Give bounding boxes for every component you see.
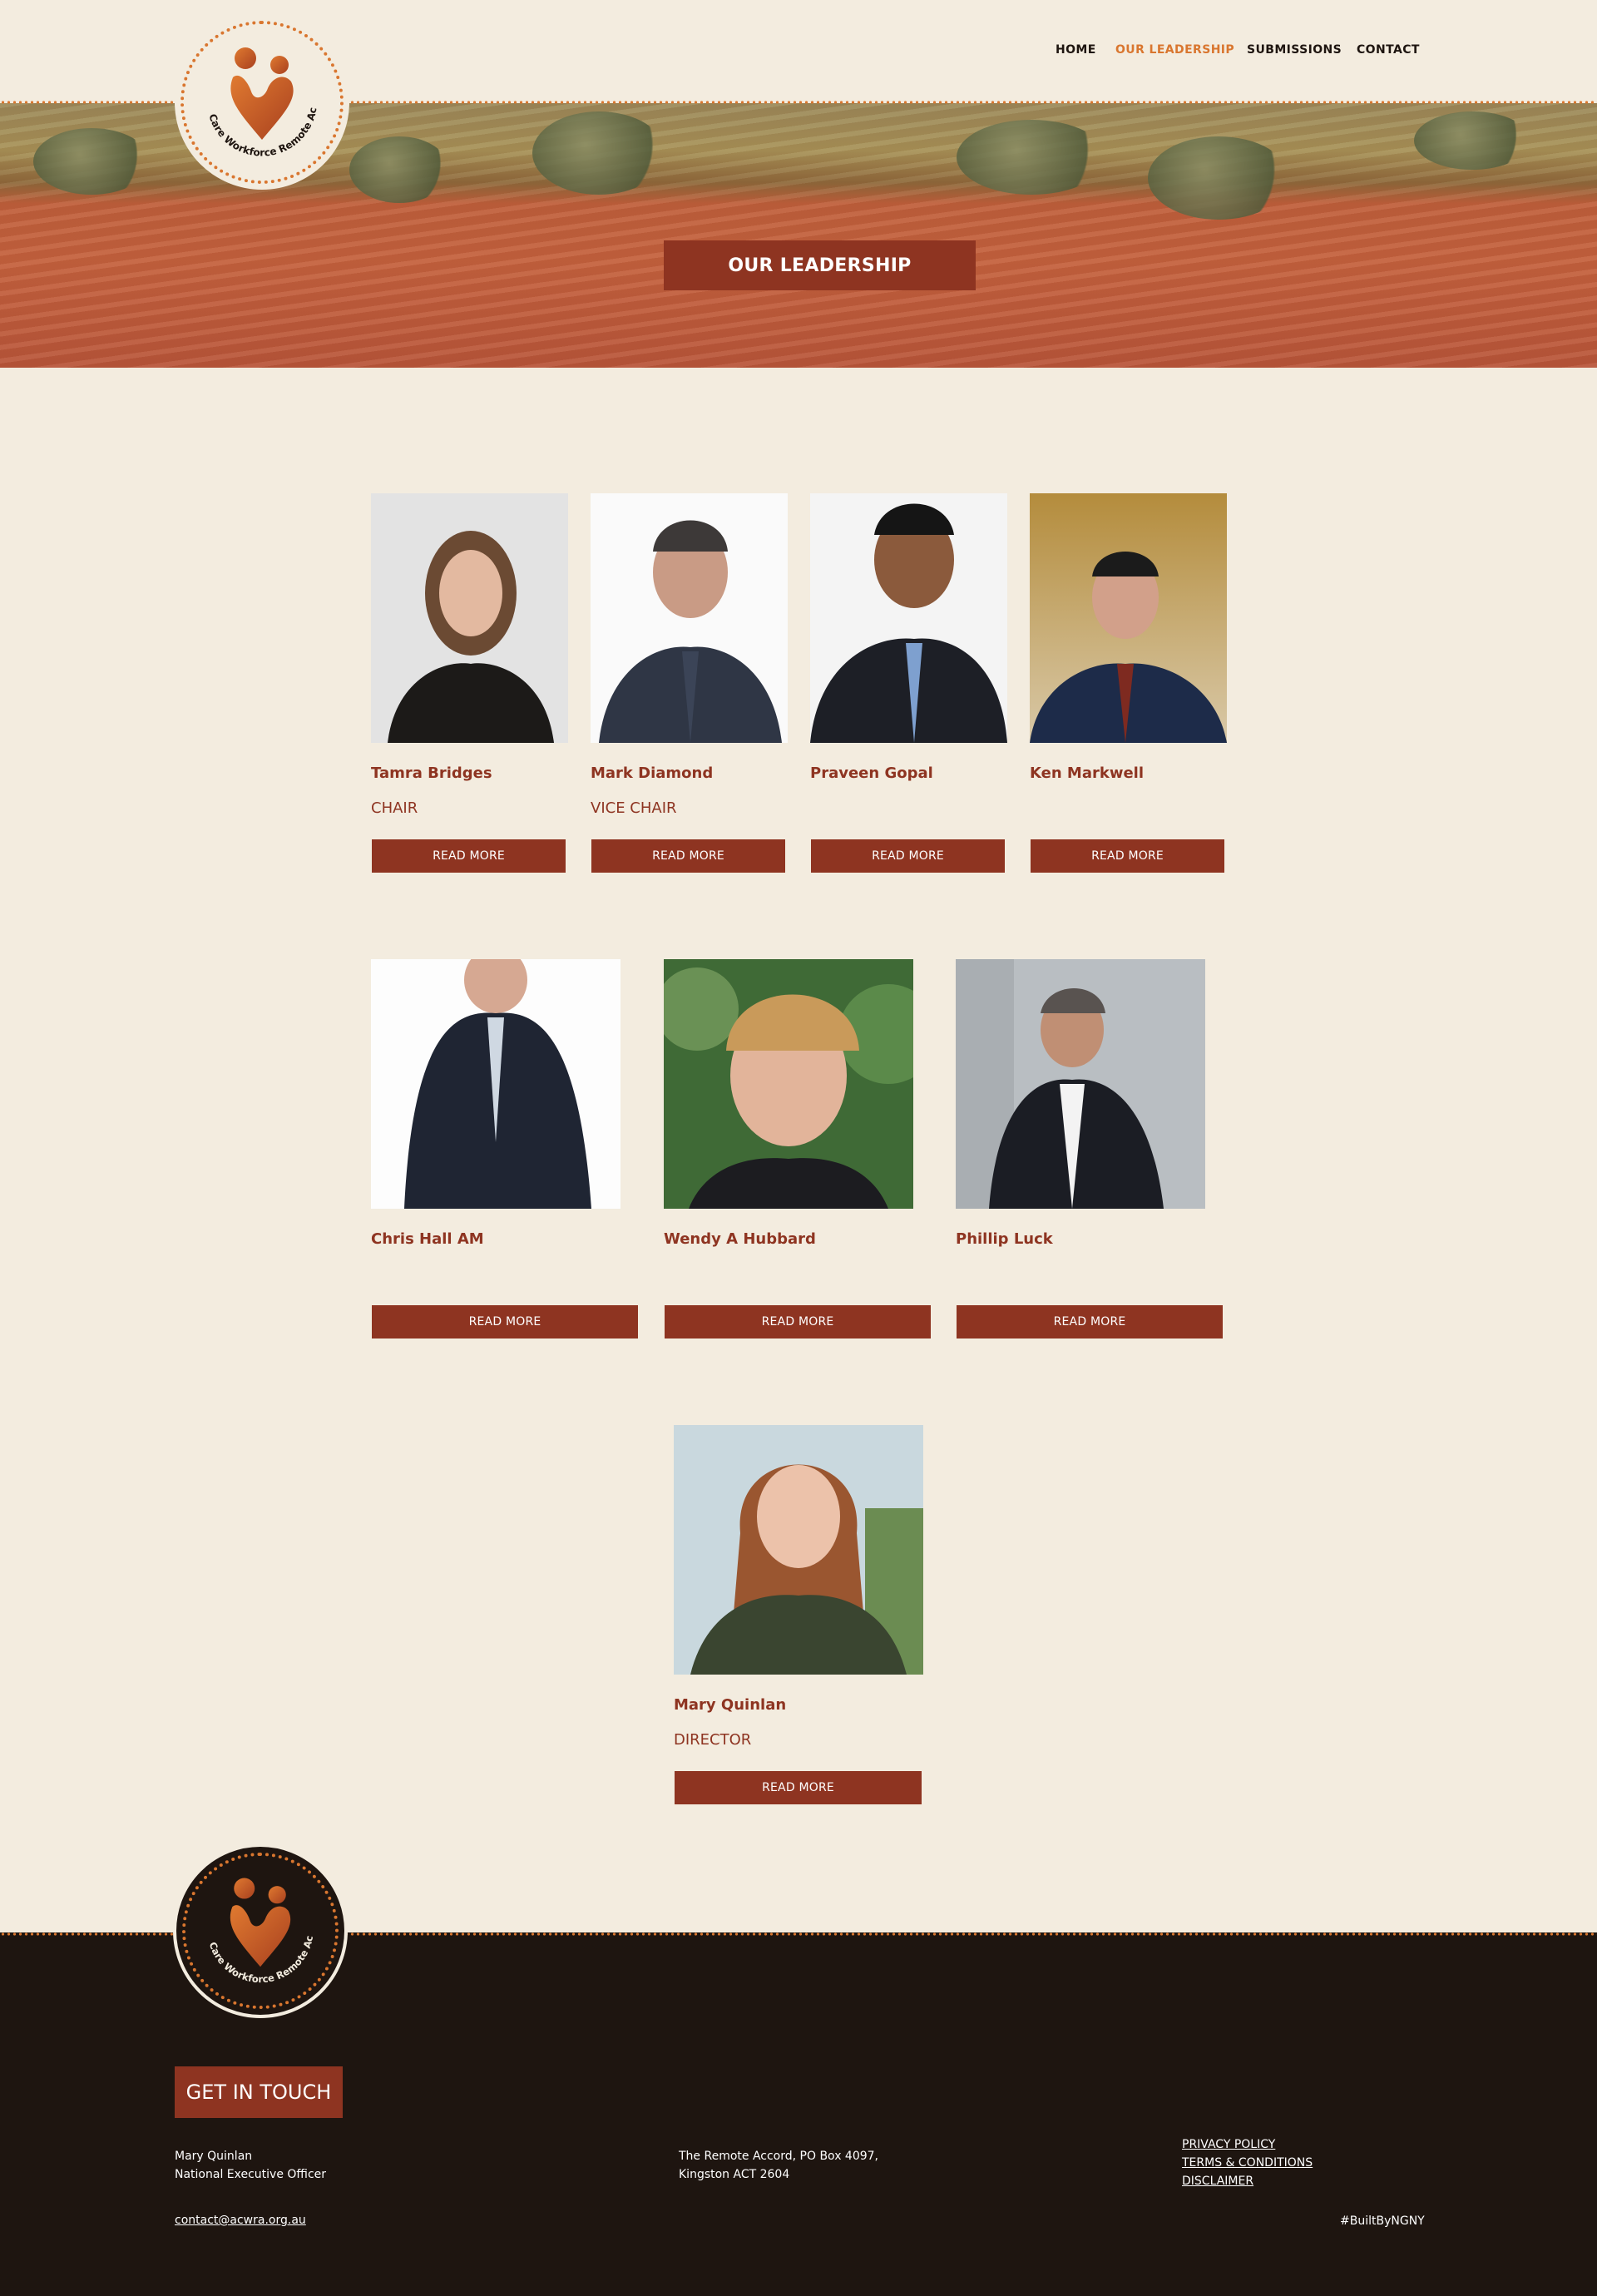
contact-email-link[interactable]: contact@acwra.org.au [175,2214,306,2227]
logo-emblem-icon: Aged Care Workforce Remote Accord [176,1847,315,1985]
read-more-button[interactable]: READ MORE [591,839,785,873]
hero-scrub [1148,136,1289,220]
leader-name: Ken Markwell [1030,765,1145,782]
leader-name: Phillip Luck [956,1230,1053,1248]
read-more-button[interactable]: READ MORE [675,1771,922,1804]
leader-photo [371,493,568,743]
leader-photo [371,959,621,1209]
leader-photo [1030,493,1227,743]
get-in-touch-heading: GET IN TOUCH [175,2066,343,2118]
site-logo[interactable]: Aged Care Workforce Remote Accord [175,15,349,190]
built-by-credit[interactable]: #BuiltByNGNY [1340,2212,1425,2230]
leader-name: Praveen Gopal [810,765,933,782]
leader-name: Chris Hall AM [371,1230,484,1248]
leader-photo [664,959,913,1209]
contact-block: Mary Quinlan National Executive Officer [175,2147,326,2184]
nav-home[interactable]: HOME [1056,43,1096,57]
contact-name: Mary Quinlan [175,2150,253,2163]
leader-photo [674,1425,923,1675]
leader-photo [810,493,1007,743]
nav-submissions[interactable]: SUBMISSIONS [1247,43,1342,57]
leader-name: Mary Quinlan [674,1696,787,1714]
leader-name: Tamra Bridges [371,765,492,782]
read-more-button[interactable]: READ MORE [372,1305,638,1339]
read-more-button[interactable]: READ MORE [957,1305,1223,1339]
leader-photo [591,493,788,743]
read-more-button[interactable]: READ MORE [372,839,566,873]
privacy-policy-link[interactable]: PRIVACY POLICY [1182,2138,1275,2151]
contact-title: National Executive Officer [175,2168,327,2181]
leader-name: Wendy A Hubbard [664,1230,816,1248]
leader-name: Mark Diamond [591,765,714,782]
hero-scrub [1414,111,1530,170]
footer-logo[interactable]: Aged Care Workforce Remote Accord [173,1843,348,2018]
nav-our-leadership[interactable]: OUR LEADERSHIP [1115,43,1234,57]
leader-role: VICE CHAIR [591,799,677,817]
read-more-button[interactable]: READ MORE [811,839,1005,873]
leader-photo [956,959,1205,1209]
nav-contact[interactable]: CONTACT [1357,43,1420,57]
read-more-button[interactable]: READ MORE [665,1305,931,1339]
hero-scrub [33,128,150,195]
legal-links: PRIVACY POLICY TERMS & CONDITIONS DISCLA… [1182,2135,1313,2190]
address-block: The Remote Accord, PO Box 4097, Kingston… [679,2147,878,2184]
leader-role: DIRECTOR [674,1731,752,1749]
address-line: Kingston ACT 2604 [679,2168,790,2181]
leader-role: CHAIR [371,799,418,817]
disclaimer-link[interactable]: DISCLAIMER [1182,2175,1253,2188]
logo-emblem-icon: Aged Care Workforce Remote Accord [175,15,319,159]
hero-scrub [532,111,665,195]
address-line: The Remote Accord, PO Box 4097, [679,2150,879,2163]
terms-conditions-link[interactable]: TERMS & CONDITIONS [1182,2156,1313,2170]
hero-scrub [349,136,449,203]
read-more-button[interactable]: READ MORE [1031,839,1224,873]
hero-scrub [957,120,1106,195]
page-title: OUR LEADERSHIP [664,240,976,290]
